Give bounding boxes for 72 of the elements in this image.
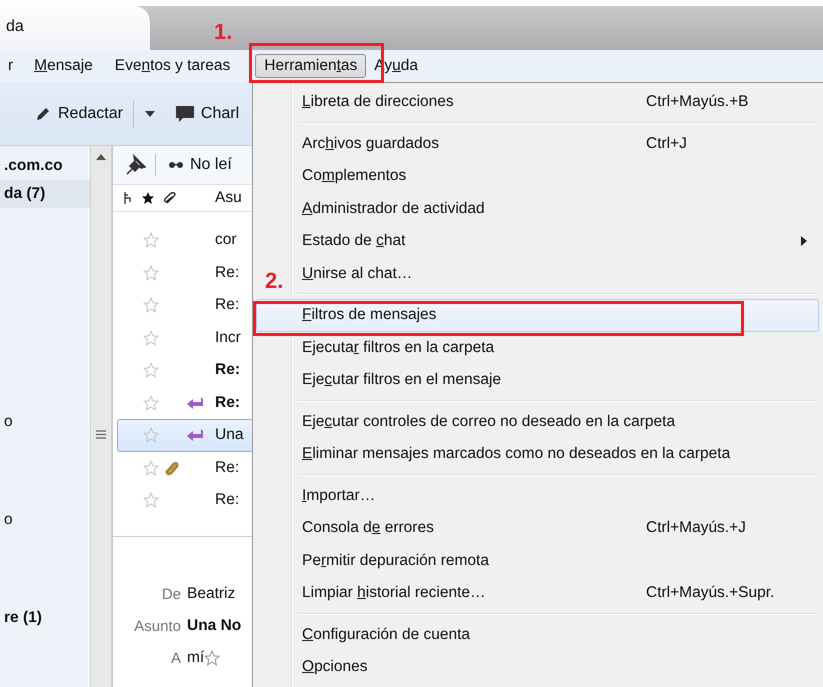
callout-label: 1. xyxy=(214,21,232,43)
menu-item[interactable]: Mensaje xyxy=(34,54,93,78)
star-icon[interactable] xyxy=(143,460,159,476)
folder-item[interactable]: da (7) xyxy=(0,180,90,208)
menu-item[interactable]: Eventos y tareas xyxy=(114,54,230,78)
message-subject[interactable]: Incr xyxy=(215,328,241,347)
thread-icon[interactable] xyxy=(123,191,133,205)
shortcut-label: Ctrl+Mayús.+Supr. xyxy=(646,584,774,602)
grip-icon[interactable] xyxy=(96,430,106,439)
menu-item[interactable]: Importar… xyxy=(296,480,819,512)
menu-item[interactable]: Unirse al chat… xyxy=(296,258,819,290)
menu-item[interactable]: Filtros de mensajes xyxy=(256,299,819,332)
menu-item[interactable]: Libreta de direcciones Ctrl+Mayús.+B xyxy=(296,86,819,118)
star-icon[interactable] xyxy=(143,232,159,248)
paperclip-icon[interactable] xyxy=(163,191,177,205)
star-icon[interactable] xyxy=(143,330,159,346)
menu-item[interactable]: Ejecutar controles de correo no deseado en la carpeta xyxy=(296,406,819,438)
menu-item[interactable]: Estado de chat xyxy=(296,225,819,258)
menu-item[interactable]: Configuración de cuenta xyxy=(296,618,819,651)
message-subject[interactable]: Re: xyxy=(215,458,240,477)
selected-message-row[interactable]: Una xyxy=(117,419,253,452)
scrollbar[interactable] xyxy=(90,146,112,687)
star-icon[interactable] xyxy=(143,362,159,378)
star-icon[interactable] xyxy=(143,492,159,508)
header-value: Beatriz xyxy=(187,585,236,603)
star-icon[interactable] xyxy=(143,427,159,444)
folder-item[interactable]: .com.co xyxy=(0,152,90,180)
header-label: De xyxy=(160,586,181,602)
scroll-up-icon[interactable] xyxy=(96,154,106,160)
message-subject[interactable]: Re: xyxy=(215,264,240,282)
menu-item[interactable]: Opciones xyxy=(296,651,819,684)
menu-item[interactable]: Limpiar historial reciente… Ctrl+Mayús.+Supr. xyxy=(296,577,819,610)
menu-item[interactable]: Ejecutar filtros en el mensaje xyxy=(296,364,819,396)
menu-item[interactable]: Permitir depuración remota xyxy=(296,544,819,577)
message-subject[interactable]: Una xyxy=(215,426,244,444)
shortcut-label: Ctrl+Mayús.+B xyxy=(646,93,749,112)
chat-button[interactable]: Charl xyxy=(174,104,240,124)
tab[interactable]: da xyxy=(0,6,150,50)
message-subject[interactable]: Re: xyxy=(215,296,240,314)
column-header[interactable]: Asu xyxy=(215,189,242,207)
star-icon[interactable] xyxy=(143,264,159,281)
star-icon[interactable] xyxy=(204,650,220,666)
caret-icon[interactable] xyxy=(144,110,156,118)
menu-item[interactable]: Herramientas xyxy=(255,54,366,78)
menu-item[interactable]: Archivos guardados Ctrl+J xyxy=(296,128,819,160)
shortcut-label: Ctrl+Mayús.+J xyxy=(646,519,746,538)
folder-item[interactable]: re (1) xyxy=(0,604,90,632)
menu-item[interactable]: r xyxy=(8,54,14,78)
folder-item[interactable]: o xyxy=(0,506,90,534)
message-subject[interactable]: Re: xyxy=(215,394,240,412)
folder-item[interactable]: o xyxy=(0,408,90,436)
speech-bubble-icon xyxy=(174,104,196,124)
star-icon[interactable] xyxy=(141,191,155,205)
header-value: mí xyxy=(187,649,204,667)
message-subject[interactable]: cor xyxy=(215,231,237,250)
menu-item[interactable]: Consola de errores Ctrl+Mayús.+J xyxy=(296,512,819,544)
compose-button[interactable]: Redactar xyxy=(34,104,123,122)
header-label: A xyxy=(170,650,181,666)
pushpin-icon[interactable] xyxy=(125,154,147,176)
menu-item[interactable]: Eliminar mensajes marcados como no deseados en la carpeta xyxy=(296,438,819,470)
menu-item[interactable]: Ejecutar filtros en la carpeta xyxy=(296,332,819,364)
header-value: Una No xyxy=(187,617,242,635)
star-icon[interactable] xyxy=(143,394,159,411)
message-subject[interactable]: Re: xyxy=(215,361,240,380)
glasses-icon xyxy=(168,161,184,169)
shortcut-label: Ctrl+J xyxy=(646,134,687,153)
message-subject[interactable]: Re: xyxy=(215,491,240,510)
callout-label: 2. xyxy=(265,270,284,292)
menu-item[interactable]: Complementos xyxy=(296,160,819,192)
header-label: Asunto xyxy=(133,618,181,634)
star-icon[interactable] xyxy=(143,297,159,314)
menu-item[interactable]: Administrador de actividad xyxy=(296,192,819,225)
